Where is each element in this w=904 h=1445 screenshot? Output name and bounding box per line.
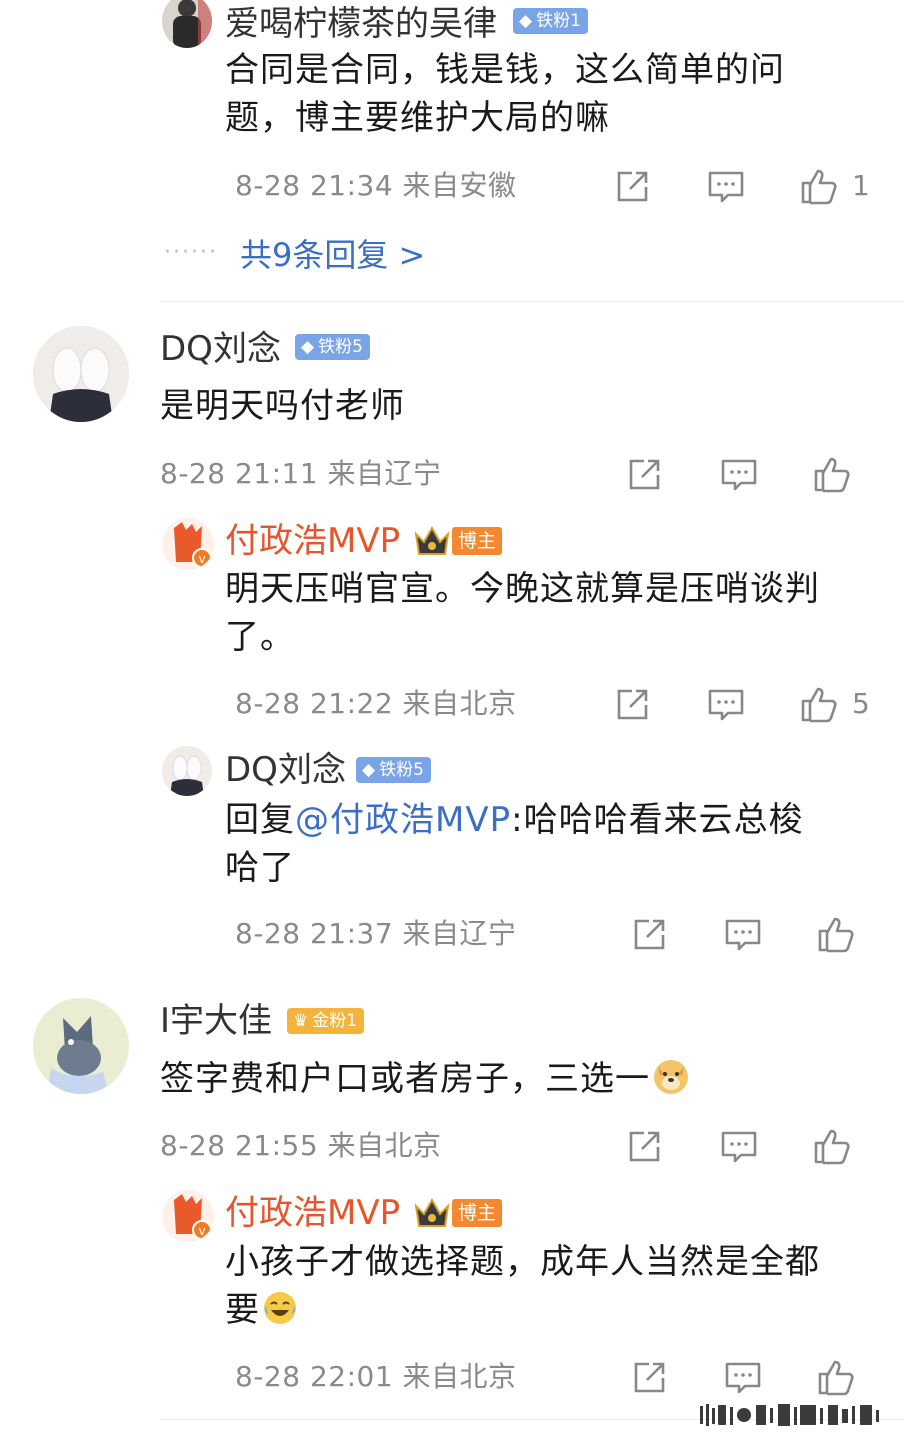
blogger-avatar[interactable]: v [162, 518, 214, 570]
avatar[interactable] [162, 0, 212, 48]
share-icon[interactable] [629, 915, 669, 955]
blogger-badge: 博主 [452, 1199, 503, 1227]
comment-meta: 8-28 21:55 来自北京 [160, 1129, 442, 1162]
reply-prefix: 回复 [225, 800, 295, 840]
divider [160, 301, 904, 302]
doge-emoji [654, 1060, 688, 1094]
crown-icon [414, 1197, 450, 1227]
commenter-name[interactable]: 付政浩MVP [225, 1193, 400, 1233]
commenter-name[interactable]: 付政浩MVP [225, 521, 400, 561]
diamond-icon: ◆ [519, 11, 533, 31]
comment-icon[interactable] [706, 685, 746, 725]
like-count: 1 [852, 169, 870, 202]
comment-meta: 8-28 21:22 来自北京 [235, 687, 517, 720]
thumb-up-icon[interactable] [799, 166, 839, 206]
share-icon[interactable] [612, 685, 652, 725]
fan-badge: ♛ 金粉1 [287, 1008, 365, 1034]
commenter-name[interactable]: I宇大佳 [160, 1001, 272, 1041]
share-icon[interactable] [629, 1358, 669, 1398]
commenter-name[interactable]: DQ刘念 [225, 750, 346, 790]
crown-icon [414, 525, 450, 555]
svg-text:v: v [198, 1224, 205, 1238]
comment-icon[interactable] [706, 167, 746, 207]
more-replies-link[interactable]: 共9条回复 > [240, 235, 425, 275]
thumb-up-icon[interactable] [812, 454, 852, 494]
comment-icon[interactable] [723, 1358, 763, 1398]
crown-small-icon: ♛ [293, 1011, 309, 1031]
comment-meta: 8-28 21:11 来自辽宁 [160, 457, 442, 490]
like-count: 5 [852, 687, 870, 720]
share-icon[interactable] [624, 455, 664, 495]
svg-text:v: v [198, 552, 205, 566]
avatar[interactable] [162, 746, 212, 796]
comment-text: 回复@付政浩MVP:哈哈哈看来云总梭哈了 [225, 796, 835, 892]
comment-text: 签字费和户口或者房子，三选一 [160, 1055, 880, 1103]
thumb-up-icon[interactable] [816, 1357, 856, 1397]
thumb-up-icon[interactable] [816, 914, 856, 954]
fan-badge: ◆ 铁粉5 [356, 757, 431, 783]
comment-meta: 8-28 21:34 来自安徽 [235, 169, 517, 202]
thumb-up-icon[interactable] [812, 1126, 852, 1166]
comment-icon[interactable] [719, 1127, 759, 1167]
share-icon[interactable] [612, 167, 652, 207]
comment-text: 是明天吗付老师 [160, 386, 405, 426]
comment-text: 小孩子才做选择题，成年人当然是全都要 [225, 1242, 820, 1330]
commenter-name[interactable]: 爱喝柠檬茶的吴律 [225, 4, 497, 44]
share-icon[interactable] [624, 1127, 664, 1167]
comment-text: 明天压哨官宣。今晚这就算是压哨谈判了。 [225, 569, 820, 657]
diamond-icon: ◆ [362, 760, 376, 780]
blogger-badge: 博主 [452, 527, 503, 555]
thread-dots: ······ [164, 240, 218, 265]
laugh-cry-emoji [264, 1292, 296, 1324]
comment-icon[interactable] [719, 455, 759, 495]
blogger-avatar[interactable]: v [162, 1190, 214, 1242]
watermark-logo [700, 1404, 879, 1426]
commenter-name[interactable]: DQ刘念 [160, 329, 281, 369]
diamond-icon: ◆ [301, 337, 315, 357]
thumb-up-icon[interactable] [799, 684, 839, 724]
fan-badge: ◆ 铁粉5 [295, 334, 370, 360]
comment-meta: 8-28 22:01 来自北京 [235, 1360, 517, 1393]
comment-icon[interactable] [723, 915, 763, 955]
comment-text: 合同是合同，钱是钱，这么简单的问题，博主要维护大局的嘛 [225, 50, 785, 138]
avatar[interactable] [33, 998, 129, 1094]
fan-badge: ◆ 铁粉1 [513, 8, 588, 34]
mention-link[interactable]: @付政浩MVP [295, 800, 511, 840]
comment-meta: 8-28 21:37 来自辽宁 [235, 917, 517, 950]
avatar[interactable] [33, 326, 129, 422]
